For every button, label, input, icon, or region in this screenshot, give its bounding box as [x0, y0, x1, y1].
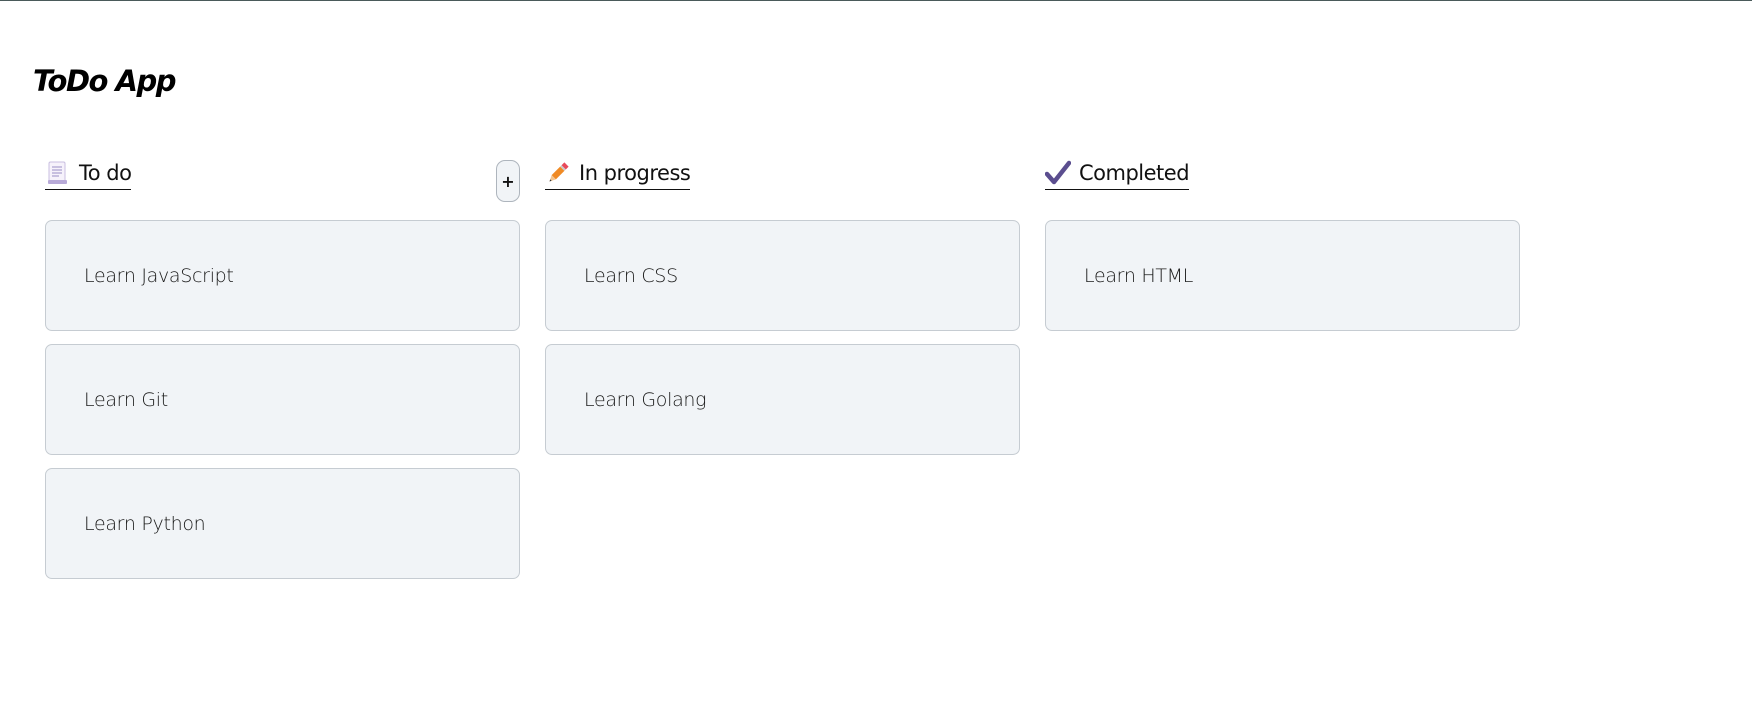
pencil-icon	[545, 160, 571, 186]
task-card[interactable]: Learn HTML	[1045, 220, 1520, 331]
column-header-todo: To do +	[45, 158, 520, 220]
column-title-text: To do	[79, 161, 132, 185]
app-title: ToDo App	[33, 64, 177, 98]
memo-icon	[45, 160, 71, 186]
column-completed: Completed Learn HTML	[1045, 158, 1520, 592]
column-todo: To do + Learn JavaScript Learn Git Learn…	[45, 158, 520, 592]
task-card[interactable]: Learn Python	[45, 468, 520, 579]
column-title-completed[interactable]: Completed	[1045, 158, 1190, 190]
column-title-todo[interactable]: To do	[45, 158, 132, 190]
top-rule	[0, 0, 1752, 1]
kanban-board: To do + Learn JavaScript Learn Git Learn…	[45, 158, 1520, 592]
task-card[interactable]: Learn Golang	[545, 344, 1020, 455]
check-mark-icon	[1045, 160, 1071, 186]
column-in-progress: In progress Learn CSS Learn Golang	[545, 158, 1020, 592]
column-title-text: Completed	[1079, 161, 1190, 185]
task-card[interactable]: Learn JavaScript	[45, 220, 520, 331]
column-title-in-progress[interactable]: In progress	[545, 158, 691, 190]
column-header-in-progress: In progress	[545, 158, 1020, 220]
column-title-text: In progress	[579, 161, 691, 185]
task-card[interactable]: Learn CSS	[545, 220, 1020, 331]
add-task-button[interactable]: +	[496, 160, 520, 202]
task-card[interactable]: Learn Git	[45, 344, 520, 455]
column-header-completed: Completed	[1045, 158, 1520, 220]
